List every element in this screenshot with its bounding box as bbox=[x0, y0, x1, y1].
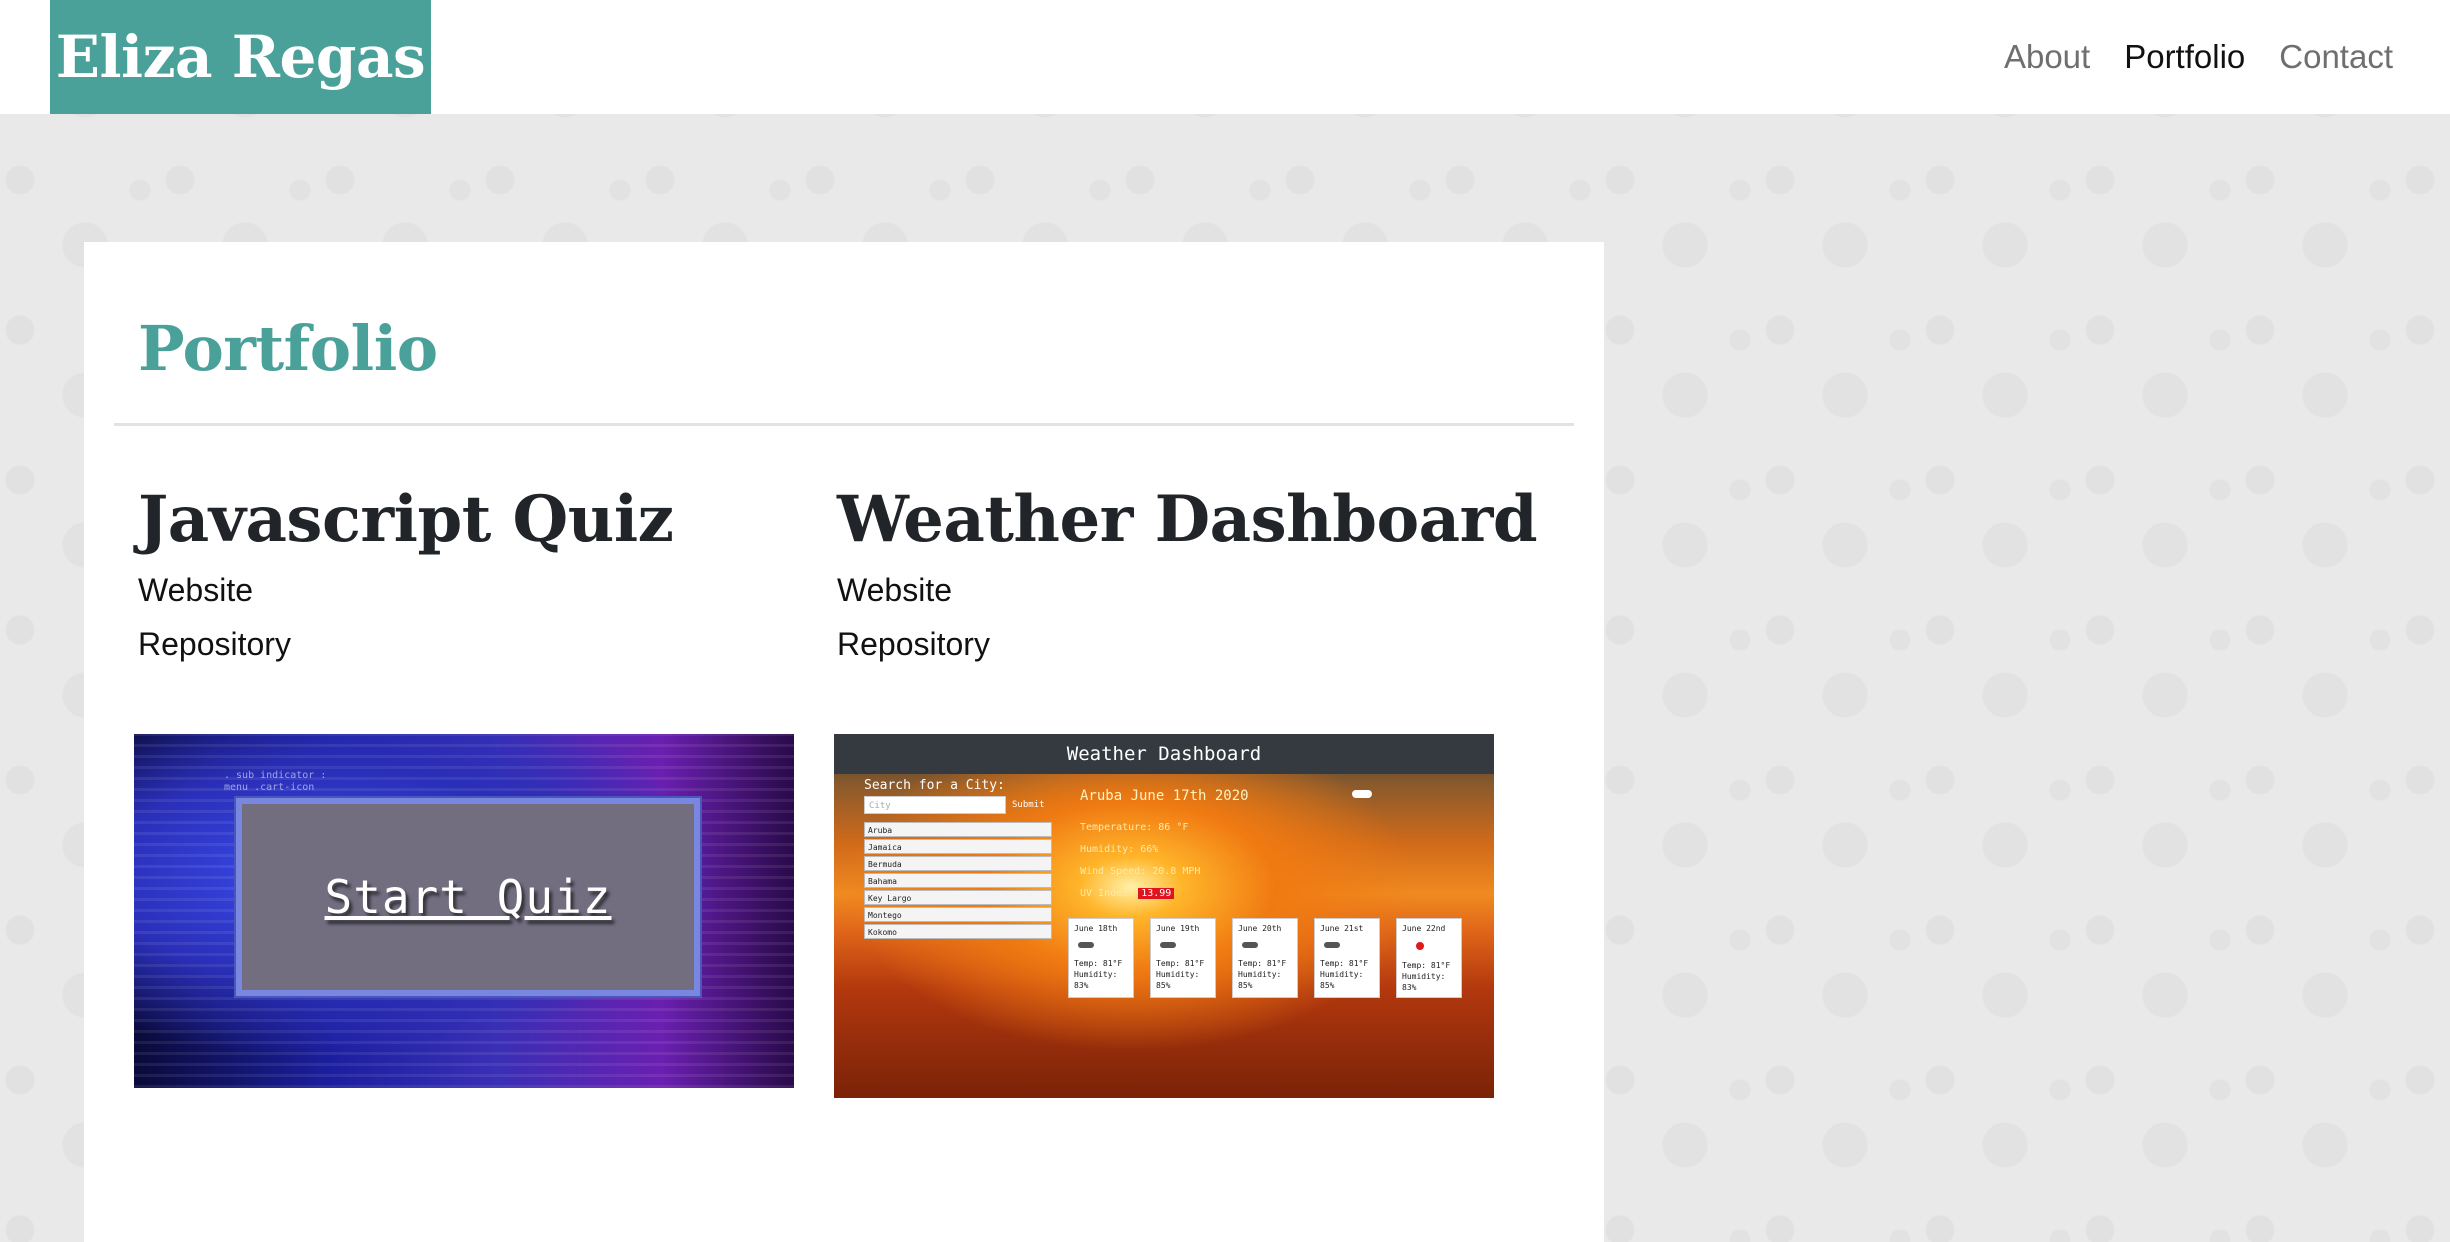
weather-header: Weather Dashboard bbox=[834, 734, 1494, 774]
forecast-temp: Temp: 81°F bbox=[1238, 959, 1287, 968]
project-title: Javascript Quiz bbox=[138, 482, 674, 557]
site-header: Eliza Regas About Portfolio Contact bbox=[0, 0, 2450, 114]
city-item: Bermuda bbox=[864, 856, 1052, 871]
forecast-humidity: Humidity: 83% bbox=[1074, 970, 1118, 990]
project-weather-dashboard: Weather Dashboard Website Repository bbox=[837, 482, 1538, 671]
start-quiz-box: Start Quiz bbox=[236, 798, 700, 996]
nav-contact[interactable]: Contact bbox=[2262, 38, 2410, 76]
website-link[interactable]: Website bbox=[138, 563, 673, 617]
forecast-card: June 18th Temp: 81°F Humidity: 83% bbox=[1068, 918, 1134, 998]
wind-text: Wind Speed: 20.8 MPH bbox=[1080, 866, 1201, 877]
quiz-screenshot[interactable]: . sub indicator : menu .cart-icon Start … bbox=[134, 734, 794, 1088]
forecast-temp: Temp: 81°F bbox=[1402, 961, 1451, 970]
sun-icon bbox=[1416, 942, 1424, 950]
city-item: Bahama bbox=[864, 873, 1052, 888]
city-item: Key Largo bbox=[864, 890, 1052, 905]
cloud-icon bbox=[1324, 942, 1340, 948]
forecast-card: June 22nd Temp: 81°F Humidity: 83% bbox=[1396, 918, 1462, 998]
search-label: Search for a City: bbox=[864, 778, 1005, 793]
forecast-date: June 22nd bbox=[1402, 924, 1446, 933]
forecast-temp: Temp: 81°F bbox=[1074, 959, 1123, 968]
page-title: Portfolio bbox=[138, 312, 438, 385]
repository-link[interactable]: Repository bbox=[837, 617, 1537, 671]
current-city-heading: Aruba June 17th 2020 bbox=[1080, 788, 1249, 804]
forecast-date: June 19th bbox=[1156, 924, 1200, 933]
forecast-humidity: Humidity: 85% bbox=[1320, 970, 1364, 990]
uv-label: UV Index: bbox=[1080, 888, 1135, 899]
weather-screenshot[interactable]: Weather Dashboard Search for a City: Cit… bbox=[834, 734, 1494, 1098]
code-background-text: . sub indicator : menu .cart-icon bbox=[224, 770, 327, 793]
forecast-humidity: Humidity: 85% bbox=[1156, 970, 1200, 990]
forecast-card: June 21st Temp: 81°F Humidity: 85% bbox=[1314, 918, 1380, 998]
forecast-date: June 20th bbox=[1238, 924, 1282, 933]
forecast-card: June 20th Temp: 81°F Humidity: 85% bbox=[1232, 918, 1298, 998]
cloud-icon bbox=[1078, 942, 1094, 948]
forecast-date: June 18th bbox=[1074, 924, 1118, 933]
uv-index-text: UV Index: 13.99 bbox=[1080, 888, 1175, 899]
main-nav: About Portfolio Contact bbox=[1987, 0, 2410, 114]
repository-link[interactable]: Repository bbox=[138, 617, 673, 671]
forecast-humidity: Humidity: 85% bbox=[1238, 970, 1282, 990]
portfolio-card: Portfolio Javascript Quiz Website Reposi… bbox=[84, 242, 1604, 1242]
city-item: Aruba bbox=[864, 822, 1052, 837]
city-item: Montego bbox=[864, 907, 1052, 922]
cloud-icon bbox=[1242, 942, 1258, 948]
start-quiz-text: Start Quiz bbox=[324, 870, 612, 924]
city-item: Kokomo bbox=[864, 924, 1052, 939]
cloud-icon bbox=[1160, 942, 1176, 948]
brand-logo[interactable]: Eliza Regas bbox=[50, 0, 431, 114]
forecast-date: June 21st bbox=[1320, 924, 1364, 933]
title-divider bbox=[114, 423, 1574, 426]
forecast-temp: Temp: 81°F bbox=[1320, 959, 1369, 968]
temperature-text: Temperature: 86 °F bbox=[1080, 822, 1189, 833]
forecast-humidity: Humidity: 83% bbox=[1402, 972, 1446, 992]
cloud-icon bbox=[1352, 790, 1372, 798]
nav-portfolio[interactable]: Portfolio bbox=[2107, 38, 2262, 76]
project-javascript-quiz: Javascript Quiz Website Repository bbox=[138, 482, 674, 671]
humidity-text: Humidity: 66% bbox=[1080, 844, 1159, 855]
city-item: Jamaica bbox=[864, 839, 1052, 854]
submit-text: Submit bbox=[1012, 800, 1045, 810]
forecast-temp: Temp: 81°F bbox=[1156, 959, 1205, 968]
city-input: City bbox=[864, 796, 1006, 814]
city-list: Aruba Jamaica Bermuda Bahama Key Largo M… bbox=[864, 822, 1052, 941]
forecast-card: June 19th Temp: 81°F Humidity: 85% bbox=[1150, 918, 1216, 998]
project-title: Weather Dashboard bbox=[837, 482, 1538, 557]
uv-badge: 13.99 bbox=[1138, 888, 1175, 899]
nav-about[interactable]: About bbox=[1987, 38, 2107, 76]
website-link[interactable]: Website bbox=[837, 563, 1537, 617]
